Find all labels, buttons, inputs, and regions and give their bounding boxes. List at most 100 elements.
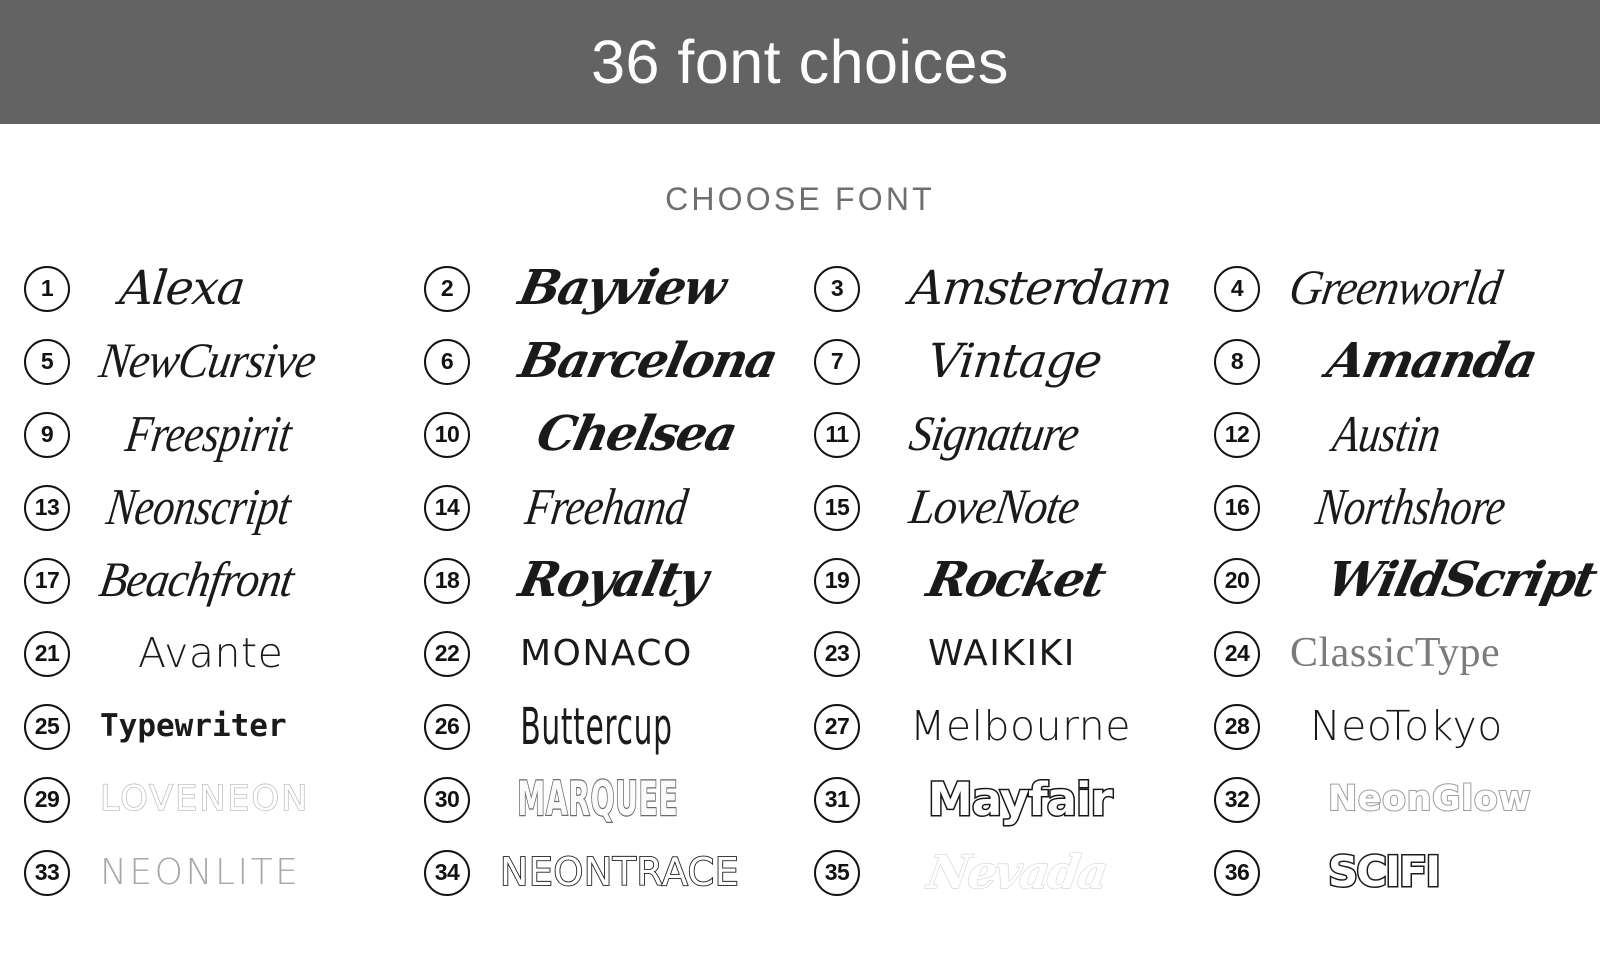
font-option-sample: Neonscript xyxy=(103,478,295,536)
font-option-sample: LOVENEON xyxy=(99,779,310,820)
font-option-30[interactable]: 30 MARQUEE xyxy=(400,763,790,836)
font-option-7[interactable]: 7 Vintage xyxy=(790,325,1190,398)
font-option-number-badge: 10 xyxy=(424,411,470,458)
font-option-10[interactable]: 10 Chelsea xyxy=(400,398,790,471)
font-option-number-badge: 1 xyxy=(24,265,70,312)
page-title: 36 font choices xyxy=(591,27,1009,96)
font-option-9[interactable]: 9 Freespirit xyxy=(0,398,400,471)
font-option-number-badge: 25 xyxy=(24,703,70,750)
font-option-number-badge: 14 xyxy=(424,484,470,531)
font-option-number-badge: 28 xyxy=(1214,703,1260,750)
font-option-29[interactable]: 29 LOVENEON xyxy=(0,763,400,836)
font-option-number-badge: 29 xyxy=(24,776,70,823)
font-option-22[interactable]: 22 MONACO xyxy=(400,617,790,690)
font-option-sample: Amanda xyxy=(1322,333,1541,390)
font-option-13[interactable]: 13 Neonscript xyxy=(0,471,400,544)
font-option-17[interactable]: 17 Beachfront xyxy=(0,544,400,617)
font-option-sample: Vintage xyxy=(925,333,1104,389)
font-option-sample: Typewriter xyxy=(100,708,287,745)
font-option-sample: Amsterdam xyxy=(907,260,1174,316)
font-option-35[interactable]: 35 Nevada xyxy=(790,836,1190,909)
font-option-23[interactable]: 23 WAIKIKI xyxy=(790,617,1190,690)
font-option-5[interactable]: 5 NewCursive xyxy=(0,325,400,398)
font-option-6[interactable]: 6 Barcelona xyxy=(400,325,790,398)
font-option-14[interactable]: 14 Freehand xyxy=(400,471,790,544)
font-option-number-badge: 17 xyxy=(24,557,70,604)
font-option-number-badge: 27 xyxy=(814,703,860,750)
font-option-sample: LoveNote xyxy=(905,479,1083,535)
font-option-number-badge: 9 xyxy=(24,411,70,458)
font-option-36[interactable]: 36 SCIFI xyxy=(1190,836,1600,909)
font-option-sample: MONACO xyxy=(520,632,693,674)
font-option-number-badge: 3 xyxy=(814,265,860,312)
font-option-number-badge: 6 xyxy=(424,338,470,385)
font-option-sample: Signature xyxy=(905,406,1083,462)
font-option-31[interactable]: 31 Mayfair xyxy=(790,763,1190,836)
font-option-26[interactable]: 26 Buttercup xyxy=(400,690,790,763)
header-bar: 36 font choices xyxy=(0,0,1600,124)
font-option-sample: Greenworld xyxy=(1285,260,1506,316)
font-option-sample: NewCursive xyxy=(95,333,320,389)
font-option-2[interactable]: 2 Bayview xyxy=(400,252,790,325)
font-option-3[interactable]: 3 Amsterdam xyxy=(790,252,1190,325)
font-option-24[interactable]: 24 ClassicType xyxy=(1190,617,1600,690)
font-option-number-badge: 35 xyxy=(814,849,860,896)
font-option-number-badge: 4 xyxy=(1214,265,1260,312)
font-option-number-badge: 32 xyxy=(1214,776,1260,823)
font-option-sample: MARQUEE xyxy=(516,771,679,827)
font-option-11[interactable]: 11 Signature xyxy=(790,398,1190,471)
font-option-sample: Melbourne xyxy=(910,701,1131,750)
font-option-number-badge: 15 xyxy=(814,484,860,531)
font-option-sample: NEONLITE xyxy=(100,851,301,893)
font-option-25[interactable]: 25 Typewriter xyxy=(0,690,400,763)
font-option-number-badge: 19 xyxy=(814,557,860,604)
font-option-8[interactable]: 8 Amanda xyxy=(1190,325,1600,398)
font-option-sample: Rocket xyxy=(922,552,1110,609)
font-option-16[interactable]: 16 Northshore xyxy=(1190,471,1600,544)
font-option-number-badge: 23 xyxy=(814,630,860,677)
font-option-27[interactable]: 27 Melbourne xyxy=(790,690,1190,763)
font-option-sample: Northshore xyxy=(1312,478,1509,536)
font-option-sample: NEONTRACE xyxy=(499,849,740,894)
font-option-number-badge: 31 xyxy=(814,776,860,823)
font-option-number-badge: 11 xyxy=(814,411,860,458)
font-option-28[interactable]: 28 NeoTokyo xyxy=(1190,690,1600,763)
font-option-sample: Mayfair xyxy=(927,772,1115,826)
font-option-number-badge: 21 xyxy=(24,630,70,677)
section-label-choose-font: CHOOSE FONT xyxy=(665,181,935,217)
font-option-1[interactable]: 1 Alexa xyxy=(0,252,400,325)
font-option-33[interactable]: 33 NEONLITE xyxy=(0,836,400,909)
font-option-sample: Austin xyxy=(1329,405,1445,463)
font-option-sample: Nevada xyxy=(924,845,1111,900)
font-option-number-badge: 16 xyxy=(1214,484,1260,531)
font-option-number-badge: 5 xyxy=(24,338,70,385)
font-option-sample: NeoTokyo xyxy=(1310,701,1503,750)
font-option-sample: Buttercup xyxy=(520,696,673,757)
font-option-sample: Freehand xyxy=(521,478,691,536)
font-option-20[interactable]: 20 WildScript xyxy=(1190,544,1600,617)
font-option-sample: Beachfront xyxy=(95,552,298,608)
font-option-32[interactable]: 32 NeonGlow xyxy=(1190,763,1600,836)
font-choices-grid: 1 Alexa 2 Bayview 3 Amsterdam 4 Greenworld 5 NewC… xyxy=(0,252,1600,909)
font-option-21[interactable]: 21 Avante xyxy=(0,617,400,690)
font-option-18[interactable]: 18 Royalty xyxy=(400,544,790,617)
font-option-number-badge: 7 xyxy=(814,338,860,385)
font-choices-page: 36 font choices CHOOSE FONT 1 Alexa 2 Bayvi… xyxy=(0,0,1600,974)
font-option-number-badge: 36 xyxy=(1214,849,1260,896)
font-option-number-badge: 34 xyxy=(424,849,470,896)
font-option-15[interactable]: 15 LoveNote xyxy=(790,471,1190,544)
font-option-19[interactable]: 19 Rocket xyxy=(790,544,1190,617)
font-option-number-badge: 24 xyxy=(1214,630,1260,677)
font-option-number-badge: 30 xyxy=(424,776,470,823)
font-option-sample: WildScript xyxy=(1322,552,1600,609)
font-option-12[interactable]: 12 Austin xyxy=(1190,398,1600,471)
font-option-sample: Barcelona xyxy=(514,333,781,390)
font-option-34[interactable]: 34 NEONTRACE xyxy=(400,836,790,909)
font-option-sample: Chelsea xyxy=(532,406,741,463)
font-option-sample: NeonGlow xyxy=(1327,779,1532,820)
font-option-number-badge: 18 xyxy=(424,557,470,604)
font-option-number-badge: 33 xyxy=(24,849,70,896)
font-option-4[interactable]: 4 Greenworld xyxy=(1190,252,1600,325)
font-option-number-badge: 20 xyxy=(1214,557,1260,604)
font-option-number-badge: 8 xyxy=(1214,338,1260,385)
